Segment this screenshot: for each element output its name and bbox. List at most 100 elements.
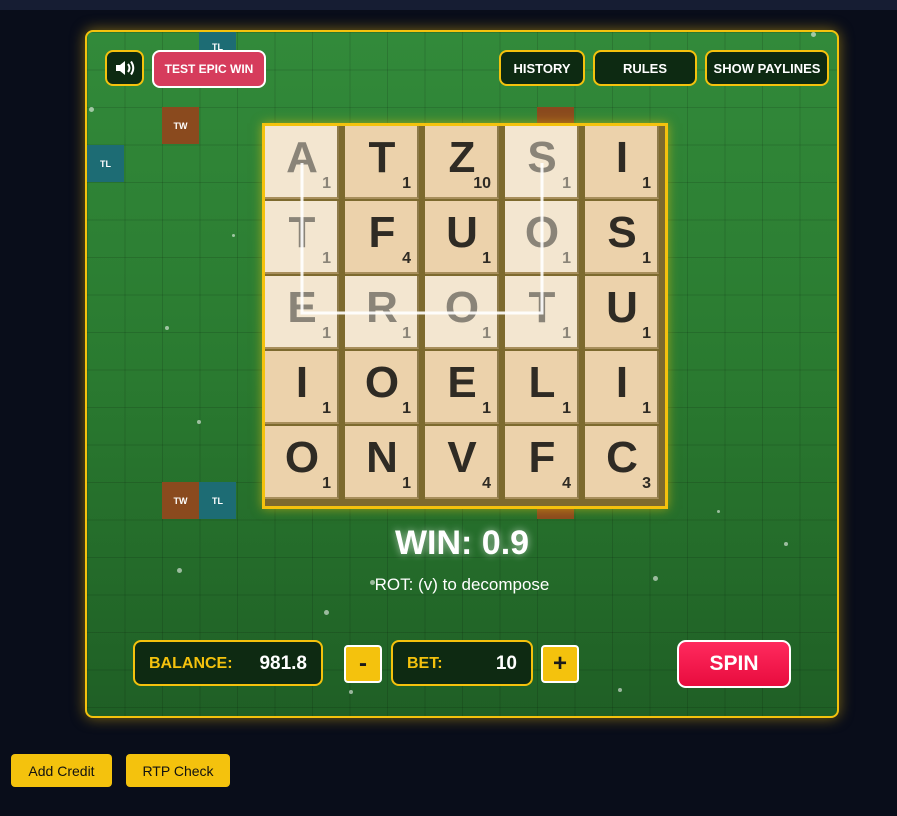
- tile-letter: C: [606, 433, 638, 482]
- reel-tile: O1: [345, 351, 419, 424]
- reel-tile: F4: [505, 426, 579, 499]
- reel-tile: E1: [425, 351, 499, 424]
- reel-tile: U1: [585, 276, 659, 349]
- reel-tile: O1: [265, 426, 339, 499]
- word-definition: ROT: (v) to decompose: [374, 575, 550, 594]
- tile-points: 1: [642, 175, 651, 192]
- tile-letter: S: [607, 208, 637, 257]
- tile-points: 1: [322, 475, 331, 492]
- bg-tile-tl: TL: [87, 145, 124, 182]
- tile-letter: U: [606, 283, 638, 332]
- tile-letter: I: [615, 358, 629, 407]
- tile-letter: T: [368, 133, 396, 182]
- tile-letter: U: [446, 208, 478, 257]
- tile-letter: S: [527, 133, 557, 182]
- tile-points: 1: [322, 400, 331, 417]
- tile-points: 1: [562, 325, 571, 342]
- sparkle: [324, 610, 329, 615]
- reel-tile: A1: [265, 126, 339, 199]
- add-credit-button[interactable]: Add Credit: [11, 754, 112, 787]
- tile-points: 3: [642, 475, 651, 492]
- bet-display: BET: 10: [391, 640, 533, 686]
- tile-letter: O: [364, 358, 400, 407]
- tile-points: 1: [562, 400, 571, 417]
- bg-tile-tl: TL: [199, 482, 236, 519]
- tile-points: 1: [402, 175, 411, 192]
- tile-letter: O: [444, 283, 480, 332]
- reel-tile: T1: [265, 201, 339, 274]
- tile-letter: A: [286, 133, 318, 182]
- tile-letter: I: [615, 133, 629, 182]
- tile-points: 1: [322, 175, 331, 192]
- balance-label: BALANCE:: [149, 655, 233, 672]
- tile-points: 1: [402, 400, 411, 417]
- top-bar: [0, 0, 897, 10]
- tile-letter: N: [366, 433, 398, 482]
- sparkle: [165, 326, 169, 330]
- reel-tile: L1: [505, 351, 579, 424]
- tile-points: 1: [642, 250, 651, 267]
- tile-points: 1: [482, 325, 491, 342]
- bet-decrease-button[interactable]: -: [344, 645, 382, 683]
- reel-tile: C3: [585, 426, 659, 499]
- reel-tile: V4: [425, 426, 499, 499]
- sparkle: [177, 568, 182, 573]
- sparkle: [232, 234, 235, 237]
- sparkle: [717, 510, 720, 513]
- sound-toggle-button[interactable]: [105, 50, 144, 86]
- tile-letter: O: [284, 433, 320, 482]
- tile-letter: O: [524, 208, 560, 257]
- sparkle: [811, 32, 816, 37]
- tile-points: 4: [562, 475, 571, 492]
- bg-tile-tw: TW: [162, 482, 199, 519]
- tile-points: 10: [473, 175, 491, 192]
- tile-letter: Z: [448, 133, 476, 182]
- reel-tile: R1: [345, 276, 419, 349]
- bet-value: 10: [495, 653, 517, 674]
- reel-tile: O1: [505, 201, 579, 274]
- history-button[interactable]: HISTORY: [499, 50, 585, 86]
- tile-letter: L: [528, 358, 556, 407]
- spin-button[interactable]: SPIN: [677, 640, 791, 688]
- win-amount: WIN: 0.9: [394, 524, 530, 562]
- bet-label: BET:: [407, 655, 443, 672]
- reel-tile: T1: [345, 126, 419, 199]
- reel-tile: F4: [345, 201, 419, 274]
- tile-letter: E: [447, 358, 477, 407]
- reel-tile: U1: [425, 201, 499, 274]
- rtp-check-button[interactable]: RTP Check: [126, 754, 230, 787]
- tile-points: 1: [642, 325, 651, 342]
- reel-tile: E1: [265, 276, 339, 349]
- sparkle: [618, 688, 622, 692]
- tile-points: 1: [402, 475, 411, 492]
- test-epic-win-button[interactable]: TEST EPIC WIN: [152, 50, 266, 88]
- tile-letter: T: [288, 208, 316, 257]
- tile-points: 1: [562, 250, 571, 267]
- slot-game-panel: TL TW TL TW TL TEST EPIC WIN HISTORY RUL…: [85, 30, 839, 718]
- tile-letter: F: [528, 433, 556, 482]
- reel-board: A 1 T 1 Z 10 S 1 I 1 T 1 F 4 U 1 O 1 S 1 E 1 R 1 O 1 T 1 U 1 I 1 O 1 E 1 L 1 I…: [262, 123, 668, 509]
- sparkle: [349, 690, 353, 694]
- reel-tile: I1: [585, 351, 659, 424]
- tile-letter: R: [366, 283, 398, 332]
- reel-tile: S1: [505, 126, 579, 199]
- sparkle: [89, 107, 94, 112]
- tile-points: 1: [322, 325, 331, 342]
- tile-letter: T: [528, 283, 556, 332]
- bet-increase-button[interactable]: +: [541, 645, 579, 683]
- show-paylines-button[interactable]: SHOW PAYLINES: [705, 50, 829, 86]
- sparkle: [197, 420, 201, 424]
- tile-points: 4: [482, 475, 491, 492]
- speaker-icon: [115, 60, 134, 76]
- tile-points: 4: [402, 250, 411, 267]
- rules-button[interactable]: RULES: [593, 50, 697, 86]
- tile-points: 1: [322, 250, 331, 267]
- reel-tile: T1: [505, 276, 579, 349]
- reel-tile: S1: [585, 201, 659, 274]
- tile-letter: F: [368, 208, 396, 257]
- balance-value: 981.8: [259, 653, 307, 674]
- reel-tile: Z 10: [425, 126, 499, 199]
- reel-tile: I1: [265, 351, 339, 424]
- reel-tile: O1: [425, 276, 499, 349]
- tile-letter: I: [295, 358, 309, 407]
